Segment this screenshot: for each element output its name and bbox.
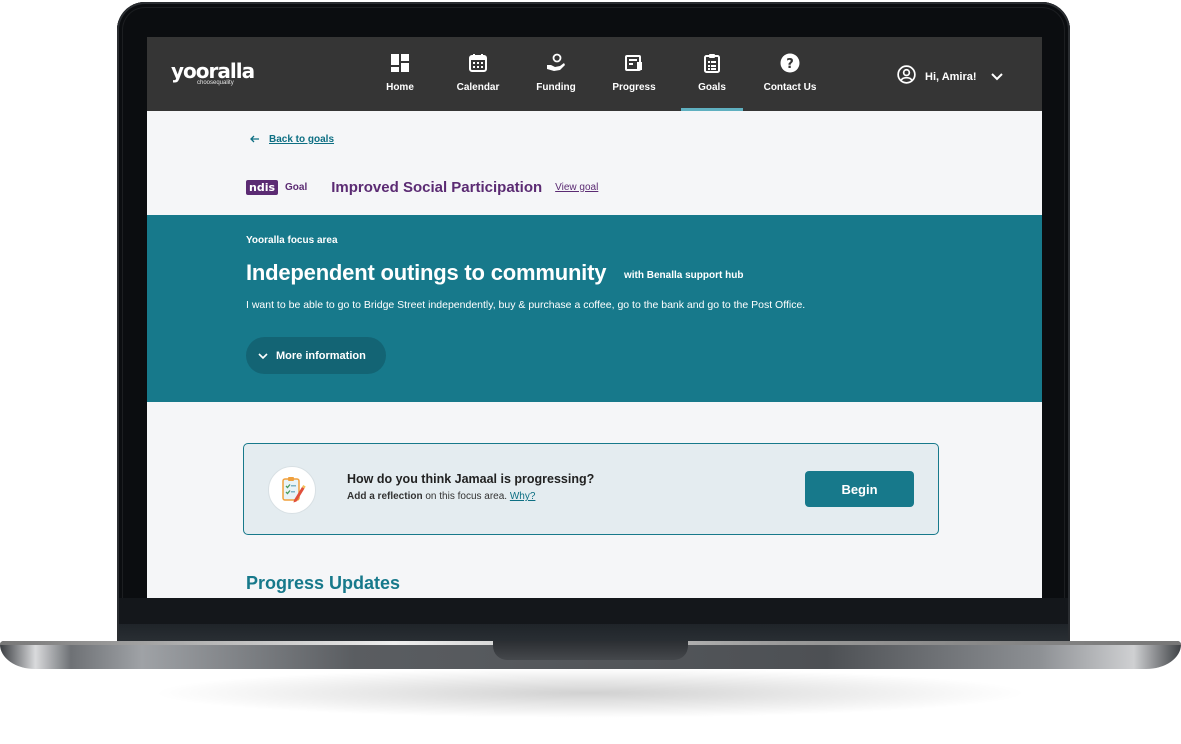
reflection-hint: Add a reflection on this focus area. Why… [347, 491, 535, 502]
nav-item-home[interactable]: Home [361, 37, 439, 111]
nav-label: Contact Us [763, 82, 817, 93]
logo-wordmark: yooralla [171, 59, 255, 83]
user-greeting: Hi, Amira! [925, 71, 977, 83]
arrow-left-icon [250, 130, 260, 148]
nav-label: Progress [612, 82, 656, 93]
nav-item-goals[interactable]: Goals [673, 37, 751, 111]
focus-area-description: I want to be able to go to Bridge Street… [246, 299, 806, 311]
nav-label: Home [386, 82, 414, 93]
goal-header: ndis Goal Improved Social Participation … [246, 177, 598, 197]
back-to-goals-link[interactable]: Back to goals [250, 130, 334, 148]
nav-label: Calendar [456, 82, 500, 93]
nav-label: Funding [536, 82, 576, 93]
more-information-label: More information [276, 349, 366, 362]
reflection-card: How do you think Jamaal is progressing? … [243, 443, 939, 535]
back-link-label: Back to goals [269, 133, 335, 145]
focus-area-eyebrow: Yooralla focus area [246, 235, 338, 246]
view-goal-link[interactable]: View goal [555, 182, 598, 193]
goal-tag: Goal [285, 181, 308, 193]
goal-title: Improved Social Participation [331, 178, 543, 196]
laptop-shadow [150, 668, 1030, 718]
reflection-badge [268, 466, 316, 514]
svg-text:?: ? [786, 57, 794, 72]
nav-label: Goals [698, 82, 726, 93]
reflection-question: How do you think Jamaal is progressing? [347, 472, 595, 486]
nav-items: Home Calendar Funding Progress Goals ? C… [361, 37, 829, 111]
progress-updates-heading: Progress Updates [246, 573, 401, 593]
chevron-down-icon [990, 68, 1003, 86]
clipboard-icon [702, 53, 722, 73]
top-navigation: yooralla choosequality Home Calendar Fun… [147, 37, 1042, 111]
calendar-icon [468, 53, 488, 73]
progress-report-icon [624, 53, 644, 73]
nav-item-funding[interactable]: Funding [517, 37, 595, 111]
reflection-hint-text: on this focus area. [422, 491, 508, 502]
user-menu[interactable]: Hi, Amira! [897, 65, 1003, 89]
help-circle-icon: ? [780, 53, 800, 73]
begin-button[interactable]: Begin [805, 471, 914, 507]
app-screen: yooralla choosequality Home Calendar Fun… [147, 37, 1042, 598]
checklist-pencil-icon [269, 477, 315, 517]
home-grid-icon [390, 53, 410, 73]
reflection-hint-bold: Add a reflection [347, 491, 423, 502]
chevron-down-icon [258, 347, 268, 365]
focus-area-title: Independent outings to community [246, 260, 607, 285]
user-avatar-icon [897, 65, 916, 89]
why-link[interactable]: Why? [510, 491, 536, 502]
brand-logo[interactable]: yooralla choosequality [171, 59, 255, 86]
focus-area-banner: Yooralla focus area Independent outings … [147, 215, 1042, 402]
laptop-notch [493, 641, 688, 660]
nav-item-contact-us[interactable]: ? Contact Us [751, 37, 829, 111]
nav-item-progress[interactable]: Progress [595, 37, 673, 111]
laptop-bezel-bottom [119, 598, 1068, 624]
focus-area-provider: with Benalla support hub [624, 270, 744, 281]
funding-hand-icon [546, 53, 566, 73]
ndis-badge: ndis [246, 179, 279, 195]
more-information-button[interactable]: More information [246, 337, 386, 374]
nav-item-calendar[interactable]: Calendar [439, 37, 517, 111]
